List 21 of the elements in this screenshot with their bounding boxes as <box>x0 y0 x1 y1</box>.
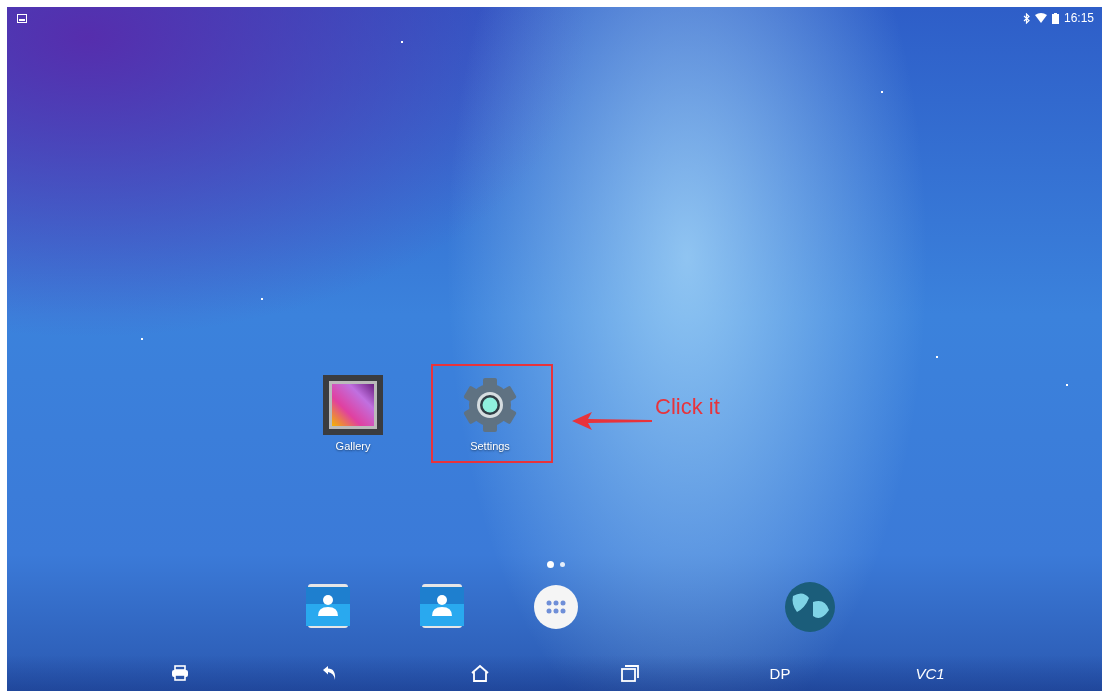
clock-time: 16:15 <box>1063 11 1094 25</box>
vci-button[interactable]: VC1 <box>911 662 949 684</box>
app-drawer-icon[interactable] <box>534 585 578 629</box>
contact-card-icon[interactable] <box>306 584 350 630</box>
app-shortcut[interactable]: Gallery <box>313 375 393 452</box>
printer-icon[interactable] <box>171 665 189 681</box>
battery-icon <box>1051 12 1059 24</box>
home-icon[interactable] <box>470 664 490 682</box>
contact-card-icon[interactable] <box>420 584 464 630</box>
app-label: Settings <box>470 440 510 452</box>
screenshot-icon <box>17 13 27 23</box>
app-label: Gallery <box>335 440 371 452</box>
dp-button[interactable]: DP <box>765 662 795 684</box>
recents-icon[interactable] <box>621 664 639 682</box>
app-shortcut[interactable]: Settings <box>450 375 530 452</box>
bluetooth-icon <box>1022 12 1030 24</box>
picture-frame-icon <box>323 375 383 435</box>
wifi-icon <box>1034 13 1047 23</box>
globe-icon[interactable] <box>785 582 835 632</box>
back-icon[interactable] <box>322 665 338 681</box>
annotation-text: Click it <box>655 394 720 420</box>
